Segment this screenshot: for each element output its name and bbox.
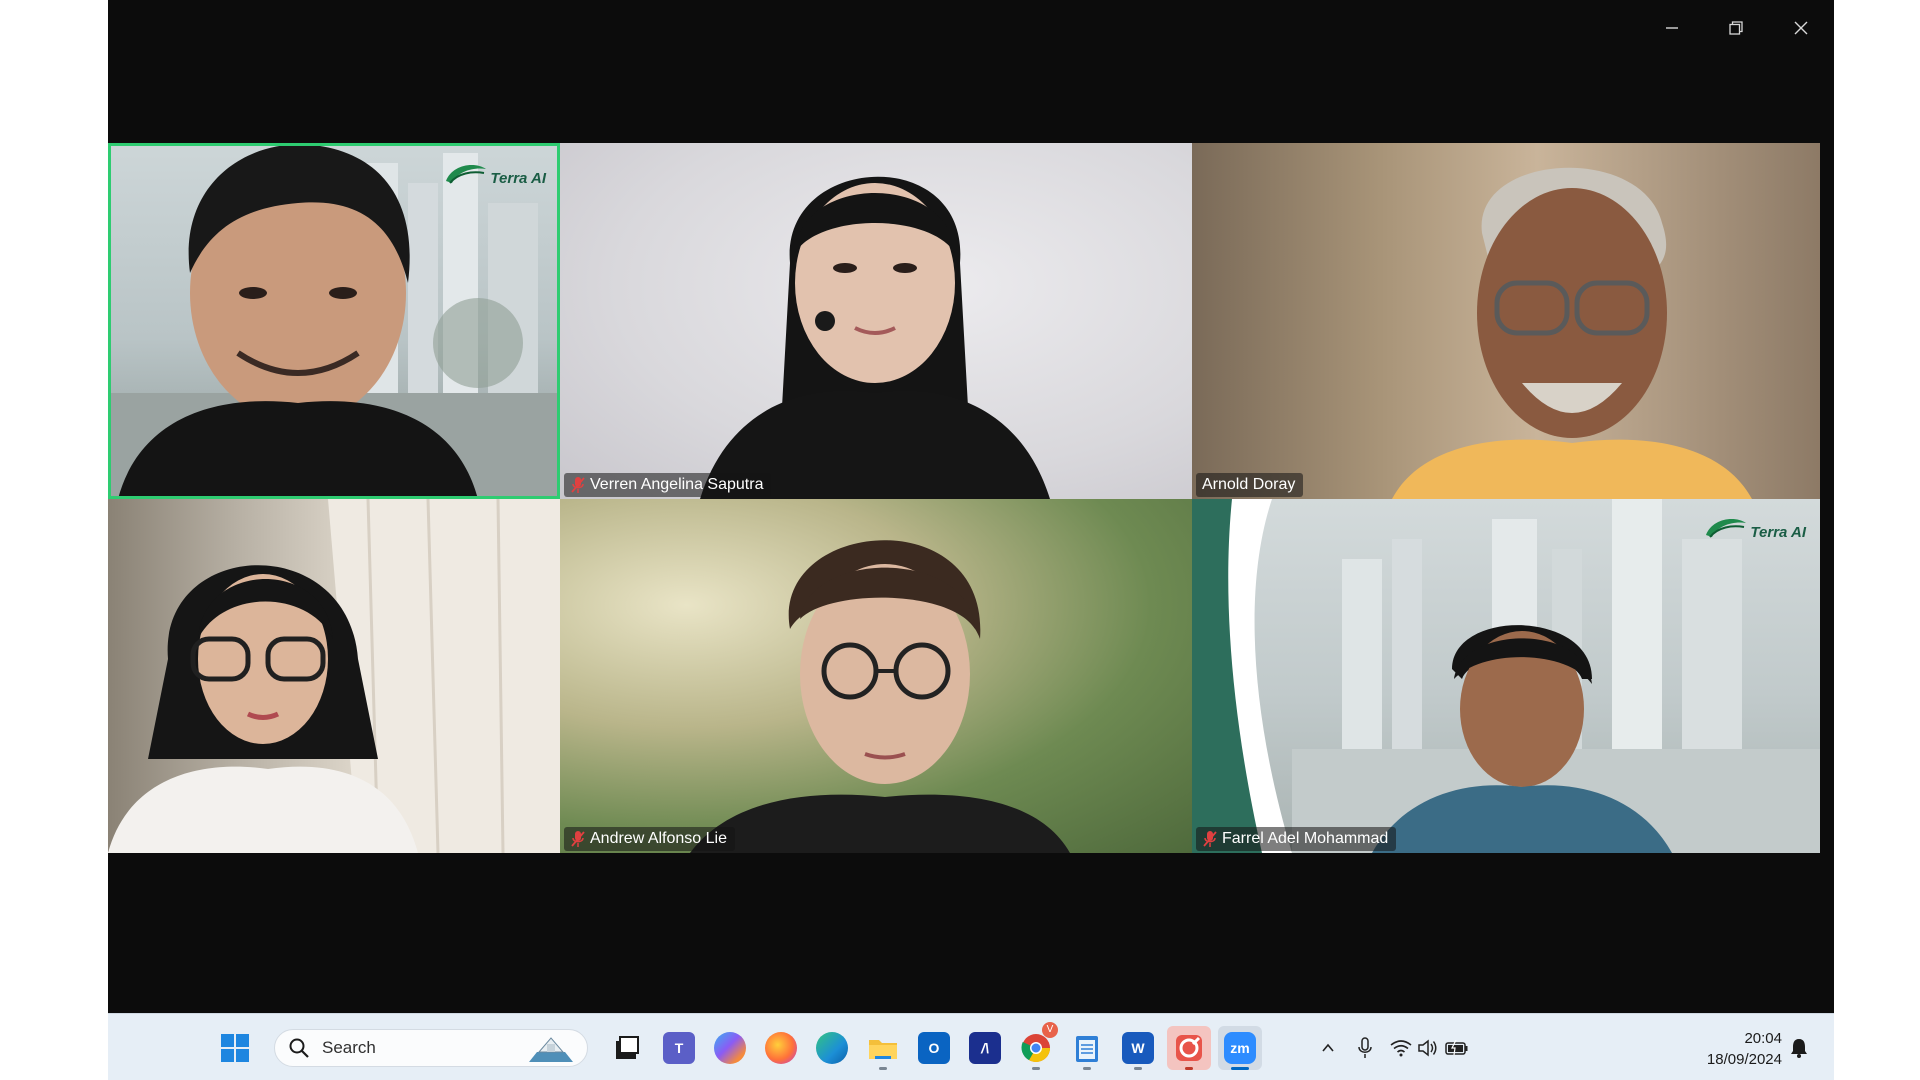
microphone-icon <box>1358 1037 1372 1058</box>
zoom-meeting-window: Terra AI Verren Angelina Saputra Arnold … <box>108 0 1834 1080</box>
edge-icon <box>816 1032 848 1064</box>
notifications-button[interactable] <box>1788 1036 1810 1060</box>
leaf-logo-icon <box>1706 519 1747 538</box>
participant-name: Verren Angelina Saputra <box>590 476 764 493</box>
zoom-button[interactable]: zm <box>1218 1026 1262 1070</box>
clock-date: 18/09/2024 <box>1706 1051 1782 1068</box>
snipping-tool-button[interactable] <box>1167 1026 1211 1070</box>
chevron-up-icon <box>1322 1043 1334 1052</box>
system-clock[interactable]: 20:04 18/09/2024 <box>1684 1028 1782 1070</box>
participant-avatar <box>118 144 478 499</box>
leaf-logo-icon <box>446 165 487 184</box>
volume-icon <box>1418 1039 1437 1057</box>
chrome-button[interactable]: V <box>1014 1022 1058 1070</box>
clock-time: 20:04 <box>1744 1030 1782 1047</box>
participant-name-tag: Farrel Adel Mohammad <box>1196 827 1397 851</box>
running-indicator <box>879 1067 887 1070</box>
mic-muted-icon <box>571 831 585 847</box>
copilot-button[interactable] <box>708 1026 752 1070</box>
participant-name: Arnold Doray <box>1202 476 1296 493</box>
participant-video-tile[interactable]: Terra AI <box>108 143 560 499</box>
volume-tray-button[interactable] <box>1416 1036 1440 1060</box>
terra-ai-logo: Terra AI <box>1704 513 1806 541</box>
notepad-button[interactable] <box>1065 1026 1109 1070</box>
mic-muted-icon <box>1203 831 1217 847</box>
participant-name: Farrel Adel Mohammad <box>1222 830 1389 847</box>
firefox-button[interactable] <box>759 1026 803 1070</box>
search-highlight-icon <box>529 1037 573 1062</box>
participant-avatar <box>108 565 418 853</box>
mic-muted-icon <box>571 477 585 493</box>
outlook-button[interactable]: O <box>912 1026 956 1070</box>
minimize-icon <box>1666 27 1678 29</box>
participant-avatar <box>1392 167 1752 499</box>
close-button[interactable] <box>1781 14 1821 42</box>
taskbar-search-box[interactable]: Search <box>274 1029 588 1067</box>
participant-avatar <box>700 176 1050 499</box>
restore-button[interactable] <box>1716 14 1756 42</box>
search-icon <box>289 1038 309 1058</box>
active-indicator <box>1231 1067 1249 1070</box>
start-icon <box>221 1034 249 1062</box>
running-indicator <box>1032 1067 1040 1070</box>
terra-ai-logo: Terra AI <box>444 159 546 187</box>
participant-avatar <box>1372 625 1672 853</box>
task-view-button[interactable] <box>605 1026 649 1070</box>
app-icon: /\ <box>969 1032 1001 1064</box>
participant-name: Andrew Alfonso Lie <box>590 830 727 847</box>
running-indicator <box>1134 1067 1142 1070</box>
wifi-icon <box>1390 1040 1412 1057</box>
notepad-icon <box>1076 1036 1098 1062</box>
participant-video-tile[interactable]: Arnold Doray <box>1192 143 1820 499</box>
search-placeholder: Search <box>322 1038 376 1057</box>
copilot-icon <box>714 1032 746 1064</box>
running-indicator <box>1185 1067 1193 1070</box>
battery-charging-icon <box>1445 1040 1468 1056</box>
participant-video-tile[interactable]: Terra AI Farrel Adel Mohammad <box>1192 499 1820 853</box>
zoom-icon: zm <box>1224 1032 1256 1064</box>
minimize-button[interactable] <box>1652 14 1692 42</box>
firefox-icon <box>765 1032 797 1064</box>
participant-avatar <box>690 540 1070 853</box>
participant-video-tile[interactable]: Verren Angelina Saputra <box>560 143 1192 499</box>
participant-video-tile[interactable] <box>108 499 560 853</box>
word-button[interactable]: W <box>1116 1026 1160 1070</box>
running-indicator <box>1083 1067 1091 1070</box>
teams-button[interactable]: T <box>657 1026 701 1070</box>
file-explorer-button[interactable] <box>861 1026 905 1070</box>
show-hidden-icons-button[interactable] <box>1316 1036 1340 1060</box>
windows-taskbar: Search T O /\ V W zm 20:04 18/09/2024 <box>108 1013 1834 1080</box>
snipping-tool-icon <box>1176 1035 1202 1061</box>
chrome-profile-badge: V <box>1042 1022 1058 1038</box>
close-icon <box>1794 21 1808 35</box>
microphone-tray-button[interactable] <box>1354 1036 1376 1060</box>
video-gallery: Terra AI Verren Angelina Saputra Arnold … <box>108 143 1820 853</box>
participant-name-tag: Andrew Alfonso Lie <box>564 827 735 851</box>
network-tray-button[interactable] <box>1389 1036 1413 1060</box>
battery-tray-button[interactable] <box>1444 1036 1470 1060</box>
bell-icon <box>1791 1039 1807 1058</box>
word-icon: W <box>1122 1032 1154 1064</box>
file-explorer-icon <box>869 1040 897 1059</box>
edge-button[interactable] <box>810 1026 854 1070</box>
outlook-icon: O <box>918 1032 950 1064</box>
participant-name-tag: Verren Angelina Saputra <box>564 473 772 497</box>
start-button[interactable] <box>213 1026 257 1070</box>
participant-name-tag: Arnold Doray <box>1196 473 1304 497</box>
app-button[interactable]: /\ <box>963 1026 1007 1070</box>
teams-icon: T <box>663 1032 695 1064</box>
restore-icon <box>1729 21 1743 35</box>
task-view-icon <box>616 1036 639 1059</box>
participant-video-tile[interactable]: Andrew Alfonso Lie <box>560 499 1192 853</box>
